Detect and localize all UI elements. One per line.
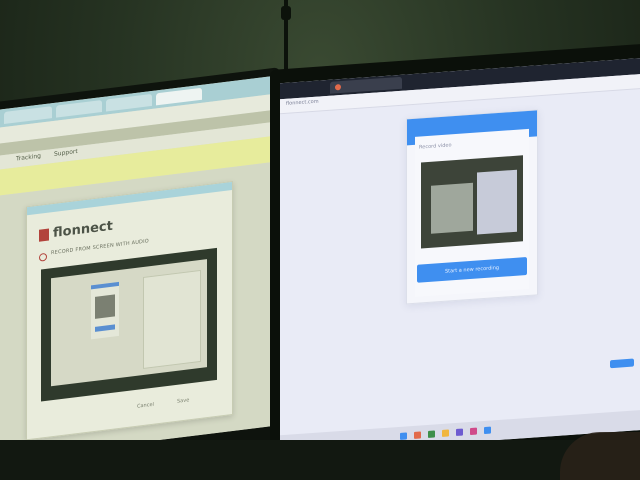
camera-preview [421, 155, 523, 249]
mini-panel [143, 269, 201, 369]
floating-action-button[interactable] [610, 358, 634, 369]
mini-card [91, 281, 119, 340]
left-monitor: Tracking Support flonnect RECORD FROM SC… [0, 67, 280, 476]
taskbar-icon[interactable] [442, 429, 449, 437]
logo-text: flonnect [53, 218, 113, 242]
mini-button [95, 324, 115, 332]
address-text: flonnect.com [286, 98, 319, 107]
record-option-label: RECORD FROM SCREEN WITH AUDIO [51, 238, 149, 257]
taskbar-icon[interactable] [456, 428, 463, 436]
nav-item[interactable]: Tracking [16, 153, 41, 163]
save-button[interactable]: Save [177, 397, 189, 409]
taskbar-icon[interactable] [400, 432, 407, 440]
recording-card: Record video Start a new recording [406, 109, 538, 305]
recorder-popup: flonnect RECORD FROM SCREEN WITH AUDIO C… [26, 180, 233, 441]
screen-preview [41, 247, 217, 402]
preview-left-monitor [431, 182, 473, 234]
right-monitor: flonnect.com Record video Start a new re… [270, 42, 640, 480]
photo-scene: Tracking Support flonnect RECORD FROM SC… [0, 0, 640, 480]
cancel-button[interactable]: Cancel [137, 402, 154, 414]
mini-photo [95, 294, 115, 319]
nav-item[interactable]: Support [54, 148, 78, 158]
right-screen: flonnect.com Record video Start a new re… [280, 57, 640, 456]
taskbar-icon[interactable] [470, 427, 477, 436]
cable-clip [281, 6, 291, 20]
taskbar-icon[interactable] [414, 431, 421, 439]
left-screen: Tracking Support flonnect RECORD FROM SC… [0, 75, 276, 462]
taskbar-icon[interactable] [428, 430, 435, 438]
desk-surface [0, 440, 640, 480]
taskbar-icon[interactable] [484, 426, 491, 435]
radio-button[interactable] [39, 252, 47, 262]
preview-screen [51, 259, 207, 387]
flonnect-logo-icon [39, 228, 49, 242]
preview-right-monitor [477, 169, 517, 235]
